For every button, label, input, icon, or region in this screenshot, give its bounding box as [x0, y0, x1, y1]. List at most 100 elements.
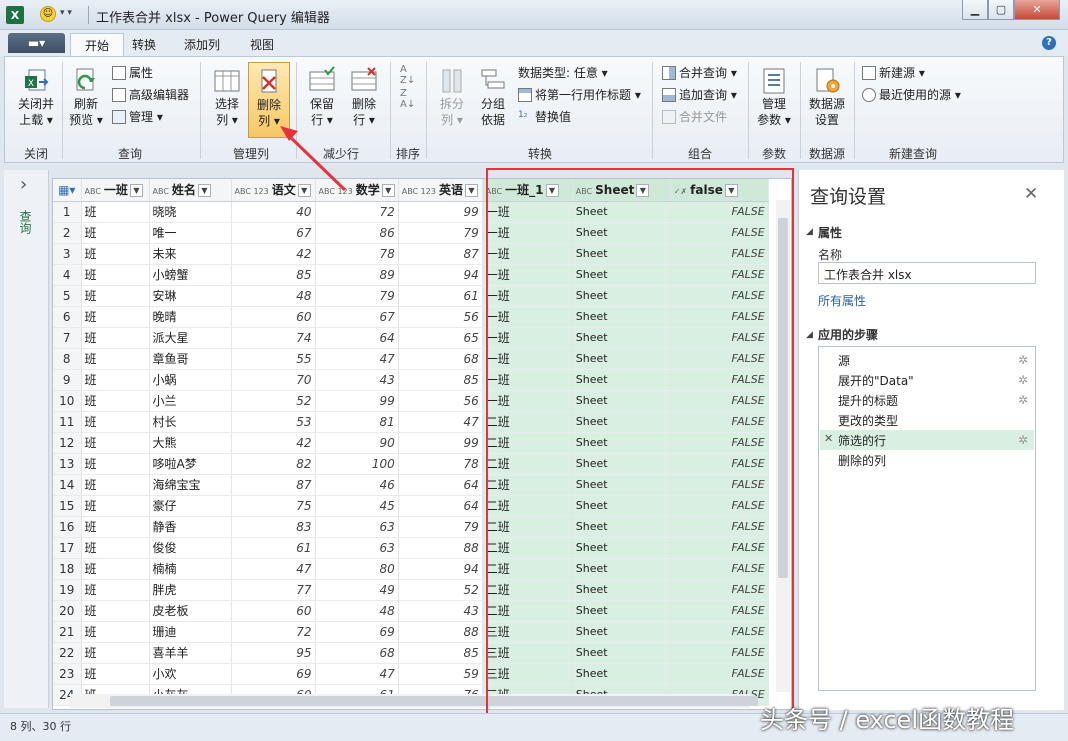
step-settings-gear-icon[interactable]: ✲	[1018, 353, 1028, 367]
row-number[interactable]: 11	[53, 411, 82, 433]
column-filter-dropdown-icon[interactable]: ▼	[129, 184, 143, 198]
expand-chevron-icon[interactable]: ›	[20, 174, 27, 195]
table-cell[interactable]: 小欢	[149, 663, 232, 685]
row-number[interactable]: 23	[53, 663, 82, 685]
table-cell[interactable]: 87	[398, 243, 483, 265]
table-cell[interactable]: 69	[231, 663, 316, 685]
table-cell[interactable]: 69	[315, 621, 399, 643]
table-cell[interactable]: 哆啦A梦	[149, 453, 232, 475]
table-cell[interactable]: 47	[315, 348, 399, 370]
table-cell[interactable]: 胖虎	[149, 579, 232, 601]
applied-step-item[interactable]: 删除的列	[820, 450, 1034, 470]
row-number[interactable]: 22	[53, 642, 82, 664]
table-cell[interactable]: 65	[398, 327, 483, 349]
table-cell[interactable]: 静香	[149, 516, 232, 538]
table-cell[interactable]: 70	[231, 369, 316, 391]
table-cell[interactable]: 56	[398, 390, 483, 412]
file-menu-button[interactable]: ▬▾	[8, 33, 65, 53]
table-cell[interactable]: 喜羊羊	[149, 642, 232, 664]
table-cell[interactable]: 安琳	[149, 285, 232, 307]
remove-columns-button[interactable]: 删除 列 ▾	[248, 62, 290, 138]
table-cell[interactable]: 61	[398, 285, 483, 307]
table-cell[interactable]: 豪仔	[149, 495, 232, 517]
applied-step-item[interactable]: ✕ 筛选的行 ✲	[820, 430, 1034, 450]
table-cell[interactable]: 章鱼哥	[149, 348, 232, 370]
query-name-input[interactable]: 工作表合并 xlsx	[818, 262, 1036, 284]
applied-step-item[interactable]: 源 ✲	[820, 350, 1034, 370]
all-properties-link[interactable]: 所有属性	[818, 292, 866, 309]
column-type-icon[interactable]: ABC 123	[402, 187, 436, 196]
table-cell[interactable]: 60	[231, 600, 316, 622]
applied-step-item[interactable]: 展开的"Data" ✲	[820, 370, 1034, 390]
table-cell[interactable]: 晚晴	[149, 306, 232, 328]
data-type-dropdown[interactable]: 数据类型: 任意 ▾	[518, 64, 608, 81]
use-first-row-as-headers-button[interactable]: 将第一行用作标题 ▾	[518, 86, 641, 103]
table-cell[interactable]: 班	[81, 453, 150, 475]
tab-view[interactable]: 视图	[236, 33, 288, 56]
table-cell[interactable]: 64	[398, 495, 483, 517]
table-cell[interactable]: 47	[398, 411, 483, 433]
row-number[interactable]: 9	[53, 369, 82, 391]
advanced-editor-button[interactable]: 高级编辑器	[112, 86, 189, 103]
maximize-button[interactable]: ▢	[988, 0, 1014, 20]
manage-parameters-button[interactable]: 管理 参数 ▾	[754, 66, 794, 128]
queries-pane-collapsed[interactable]: › 查询	[4, 170, 49, 708]
remove-rows-button[interactable]: 删除 行 ▾	[344, 66, 384, 128]
table-cell[interactable]: 40	[231, 201, 316, 223]
table-cell[interactable]: 班	[81, 516, 150, 538]
quick-access-dropdown[interactable]: ▾ ▾	[60, 8, 72, 18]
table-cell[interactable]: 班	[81, 306, 150, 328]
append-queries-button[interactable]: 追加查询 ▾	[662, 86, 737, 103]
table-cell[interactable]: 45	[315, 495, 399, 517]
table-cell[interactable]: 派大星	[149, 327, 232, 349]
table-cell[interactable]: 未来	[149, 243, 232, 265]
table-cell[interactable]: 64	[398, 474, 483, 496]
row-number[interactable]: 16	[53, 516, 82, 538]
table-cell[interactable]: 99	[315, 390, 399, 412]
smiley-icon[interactable]: ☺	[40, 6, 56, 22]
row-number[interactable]: 3	[53, 243, 82, 265]
table-cell[interactable]: 47	[315, 663, 399, 685]
row-number[interactable]: 20	[53, 600, 82, 622]
sort-descending-icon[interactable]: Z A↓	[400, 88, 415, 110]
table-cell[interactable]: 大熊	[149, 432, 232, 454]
table-cell[interactable]: 60	[231, 306, 316, 328]
table-cell[interactable]: 67	[315, 306, 399, 328]
step-settings-gear-icon[interactable]: ✲	[1018, 433, 1028, 447]
table-cell[interactable]: 78	[315, 243, 399, 265]
step-settings-gear-icon[interactable]: ✲	[1018, 373, 1028, 387]
table-cell[interactable]: 99	[398, 432, 483, 454]
close-button[interactable]: ✕	[1014, 0, 1060, 20]
table-cell[interactable]: 班	[81, 390, 150, 412]
table-cell[interactable]: 67	[231, 222, 316, 244]
column-header[interactable]: ABC 一班 ▼	[81, 179, 150, 202]
row-number[interactable]: 13	[53, 453, 82, 475]
applied-step-item[interactable]: 更改的类型	[820, 410, 1034, 430]
table-cell[interactable]: 48	[231, 285, 316, 307]
row-number[interactable]: 19	[53, 579, 82, 601]
table-cell[interactable]: 74	[231, 327, 316, 349]
table-cell[interactable]: 94	[398, 264, 483, 286]
table-cell[interactable]: 82	[231, 453, 316, 475]
table-cell[interactable]: 52	[398, 579, 483, 601]
table-cell[interactable]: 90	[315, 432, 399, 454]
table-cell[interactable]: 班	[81, 348, 150, 370]
row-number[interactable]: 12	[53, 432, 82, 454]
refresh-preview-button[interactable]: 刷新 预览 ▾	[66, 66, 106, 128]
table-cell[interactable]: 68	[315, 642, 399, 664]
minimize-button[interactable]: ▁	[962, 0, 988, 20]
properties-button[interactable]: 属性	[112, 64, 153, 81]
column-filter-dropdown-icon[interactable]: ▼	[297, 184, 311, 198]
table-cell[interactable]: 48	[315, 600, 399, 622]
table-cell[interactable]: 皮老板	[149, 600, 232, 622]
table-cell[interactable]: 小蜗	[149, 369, 232, 391]
table-cell[interactable]: 班	[81, 243, 150, 265]
table-cell[interactable]: 55	[231, 348, 316, 370]
close-and-load-button[interactable]: X 关闭并 上载 ▾	[12, 66, 60, 128]
column-type-icon[interactable]: ABC 123	[235, 187, 269, 196]
table-corner-icon[interactable]: ▦▾	[53, 179, 82, 202]
table-cell[interactable]: 88	[398, 537, 483, 559]
table-cell[interactable]: 99	[398, 201, 483, 223]
row-number[interactable]: 15	[53, 495, 82, 517]
table-cell[interactable]: 村长	[149, 411, 232, 433]
